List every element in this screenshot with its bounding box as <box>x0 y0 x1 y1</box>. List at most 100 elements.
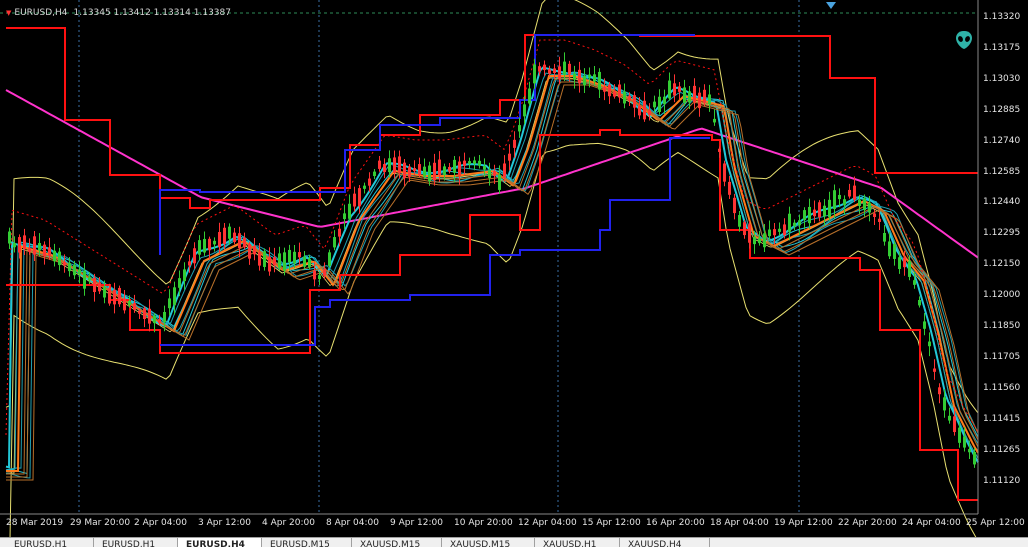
candle-body <box>848 189 851 197</box>
chart-window[interactable]: ▼ EURUSD,H4 1.13345 1.13412 1.13314 1.1338… <box>0 0 1028 537</box>
candle-body <box>378 160 381 169</box>
candle-body <box>793 222 796 227</box>
candle-body <box>683 87 686 103</box>
price-axis-label: 1.13175 <box>983 42 1021 53</box>
candle-body <box>973 452 976 465</box>
candle-body <box>293 251 296 264</box>
candle-body <box>668 80 671 99</box>
candle-body <box>323 268 326 276</box>
candle-body <box>78 269 81 275</box>
ma-ribbon-orange-line <box>6 81 979 478</box>
candle-body <box>443 166 446 175</box>
candle-body <box>543 64 546 71</box>
price-axis-label: 1.13320 <box>983 12 1021 22</box>
ma-ribbon-orange-line <box>6 78 979 475</box>
candle-body <box>68 262 71 272</box>
time-axis-label: 22 Apr 20:00 <box>838 518 897 528</box>
candle-body <box>103 287 106 298</box>
candle-body <box>948 415 951 421</box>
candle-body <box>938 387 941 395</box>
candle-body <box>338 228 341 237</box>
candle-body <box>178 278 181 288</box>
candle-body <box>308 258 311 268</box>
candle-body <box>548 69 551 74</box>
price-axis-label: 1.12585 <box>983 166 1021 177</box>
candle-body <box>503 163 506 178</box>
candle-body <box>633 95 636 108</box>
candle-body <box>43 244 46 257</box>
candle-body <box>868 202 871 213</box>
candle-body <box>98 282 101 292</box>
ma-ribbon-cyan-line <box>5 77 979 479</box>
price-axis-label: 1.11850 <box>983 321 1021 331</box>
candle-body <box>603 86 606 92</box>
candle-body <box>888 241 891 257</box>
price-axis-label: 1.11705 <box>983 351 1021 362</box>
candle-body <box>88 276 91 281</box>
candle-body <box>243 237 246 248</box>
candle-body <box>368 178 371 186</box>
candle-body <box>838 194 841 200</box>
candle-body <box>163 312 166 323</box>
candle-body <box>238 233 241 249</box>
period-separator-marker-icon[interactable] <box>826 2 836 9</box>
candle-body <box>768 229 771 237</box>
candle-body <box>383 164 386 173</box>
candle-body <box>388 158 391 173</box>
candle-body <box>593 74 596 82</box>
candle-body <box>438 159 441 176</box>
candle-body <box>223 227 226 245</box>
candle-body <box>873 213 876 217</box>
candle-body <box>563 61 566 75</box>
symbol-info: ▼ EURUSD,H4 1.13345 1.13412 1.13314 1.1338… <box>6 8 231 18</box>
price-axis-label: 1.13030 <box>983 73 1021 84</box>
ma-ribbon-orange-line <box>6 84 979 481</box>
time-axis-label: 4 Apr 20:00 <box>262 518 315 528</box>
candle-body <box>218 232 221 247</box>
candle-body <box>743 222 746 236</box>
candle-body <box>598 71 601 90</box>
candle-body <box>353 193 356 207</box>
candle-body <box>608 84 611 97</box>
price-chart[interactable] <box>0 0 1028 537</box>
candle-body <box>393 157 396 173</box>
candle-body <box>473 160 476 164</box>
candle-body <box>83 270 86 289</box>
candle-body <box>673 83 676 96</box>
candle-body <box>173 287 176 305</box>
candle-body <box>203 238 206 253</box>
candle-body <box>663 96 666 105</box>
candle-body <box>348 203 351 219</box>
candle-body <box>808 206 811 224</box>
candle-body <box>933 368 936 372</box>
candle-body <box>853 185 856 200</box>
candle-body <box>883 232 886 242</box>
candle-body <box>38 243 41 251</box>
candle-body <box>818 202 821 218</box>
candle-body <box>918 299 921 306</box>
candle-body <box>698 92 701 109</box>
candle-body <box>538 66 541 72</box>
candle-body <box>228 226 231 239</box>
indicator-layer <box>5 0 979 537</box>
alien-icon[interactable] <box>955 30 973 50</box>
candle-body <box>318 275 321 280</box>
candle-body <box>693 85 696 103</box>
candle-body <box>418 164 421 176</box>
candle-body <box>403 162 406 179</box>
candle-body <box>923 321 926 329</box>
candle-body <box>863 198 866 211</box>
price-axis-label: 1.11560 <box>983 382 1021 393</box>
ma-ribbon-orange-line <box>6 75 979 472</box>
candle-body <box>198 240 201 255</box>
price-axis-label: 1.11415 <box>983 413 1021 424</box>
candle-body <box>248 243 251 259</box>
candle-body <box>33 236 36 255</box>
candle-body <box>953 416 956 433</box>
time-axis-label: 9 Apr 12:00 <box>390 518 443 528</box>
ohlc-values: 1.13345 1.13412 1.13314 1.13387 <box>73 8 231 18</box>
time-axis-label: 25 Apr 12:00 <box>966 518 1025 528</box>
time-axis-label: 10 Apr 20:00 <box>454 518 513 528</box>
candle-body <box>108 287 111 304</box>
symbol-timeframe: EURUSD,H4 <box>14 8 68 18</box>
